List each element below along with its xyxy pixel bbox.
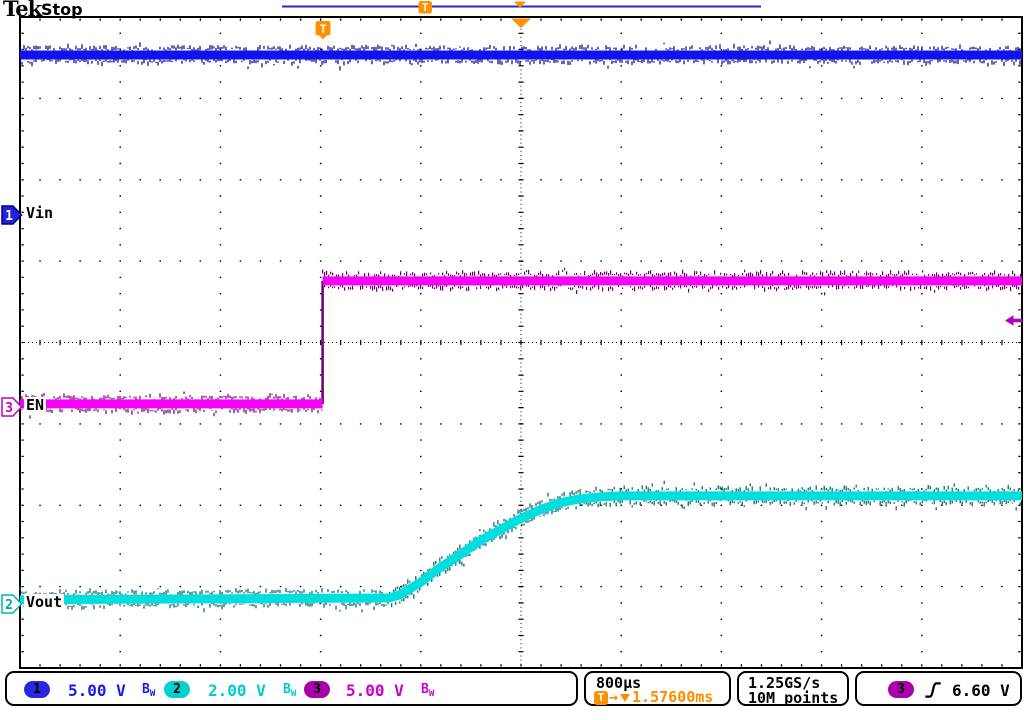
- delay-value: 1.57600ms: [632, 690, 713, 705]
- rising-edge-icon: [924, 679, 942, 701]
- trigger-level-marker[interactable]: [1005, 315, 1023, 325]
- record-length: 10M points: [748, 691, 838, 706]
- scope-screen: T T 1 3 2 Tek Stop Vin E: [0, 0, 1024, 720]
- waveform-display: T T 1 3 2: [0, 0, 1024, 720]
- ch1-scale: 5.00 V: [68, 682, 126, 699]
- vendor-logo: Tek: [3, 0, 41, 21]
- trigger-delay-readout: T→ 1.57600ms: [594, 690, 713, 705]
- trigger-position-badge[interactable]: T: [316, 21, 331, 40]
- channel-scale-readout[interactable]: 1 5.00 V BW 2 2.00 V BW 3 5.00 V BW: [5, 671, 578, 706]
- ch3-trace-noise: [20, 268, 1021, 419]
- center-axis-ticks: [20, 17, 1022, 668]
- ch2-marker-number: 2: [5, 598, 13, 613]
- delay-t-icon: T: [594, 691, 608, 705]
- ch2-bandwidth-icon: BW: [283, 681, 296, 703]
- ch3-marker-number: 3: [5, 401, 13, 416]
- ch3-waveform-label: EN: [24, 397, 46, 414]
- ch1-badge[interactable]: 1: [24, 681, 50, 698]
- ch2-trace: [20, 496, 1022, 600]
- trigger-level-value: 6.60 V: [952, 682, 1010, 699]
- ch2-scale: 2.00 V: [208, 682, 266, 699]
- delay-arrow-icon: →: [609, 690, 618, 705]
- ch2-trace-noise: [20, 481, 1020, 613]
- ch3-scale: 5.00 V: [346, 682, 404, 699]
- acquisition-state: Stop: [41, 0, 83, 19]
- trigger-position-t: T: [320, 22, 327, 36]
- expansion-point-icon[interactable]: [511, 19, 531, 29]
- acquisition-readout[interactable]: 1.25GS/s 10M points: [737, 671, 849, 706]
- ch2-waveform-label: Vout: [24, 594, 64, 611]
- record-trigger-badge[interactable]: T: [419, 1, 433, 14]
- trigger-source-badge[interactable]: 3: [888, 681, 914, 698]
- ch1-ground-marker[interactable]: 1: [2, 206, 22, 224]
- trigger-readout[interactable]: 3 6.60 V: [855, 671, 1022, 706]
- delay-marker-icon: [620, 694, 630, 702]
- ch1-waveform-label: Vin: [24, 205, 55, 222]
- ch2-ground-marker[interactable]: 2: [2, 595, 22, 613]
- ch3-ground-marker[interactable]: 3: [2, 398, 22, 416]
- ch3-badge[interactable]: 3: [304, 681, 330, 698]
- ch2-badge[interactable]: 2: [164, 681, 190, 698]
- timebase-readout[interactable]: 800µs T→1.57600ms: [584, 671, 731, 706]
- ch1-marker-number: 1: [5, 209, 13, 224]
- ch3-bandwidth-icon: BW: [421, 681, 434, 703]
- record-trigger-t: T: [422, 2, 428, 14]
- ch1-bandwidth-icon: BW: [142, 681, 155, 703]
